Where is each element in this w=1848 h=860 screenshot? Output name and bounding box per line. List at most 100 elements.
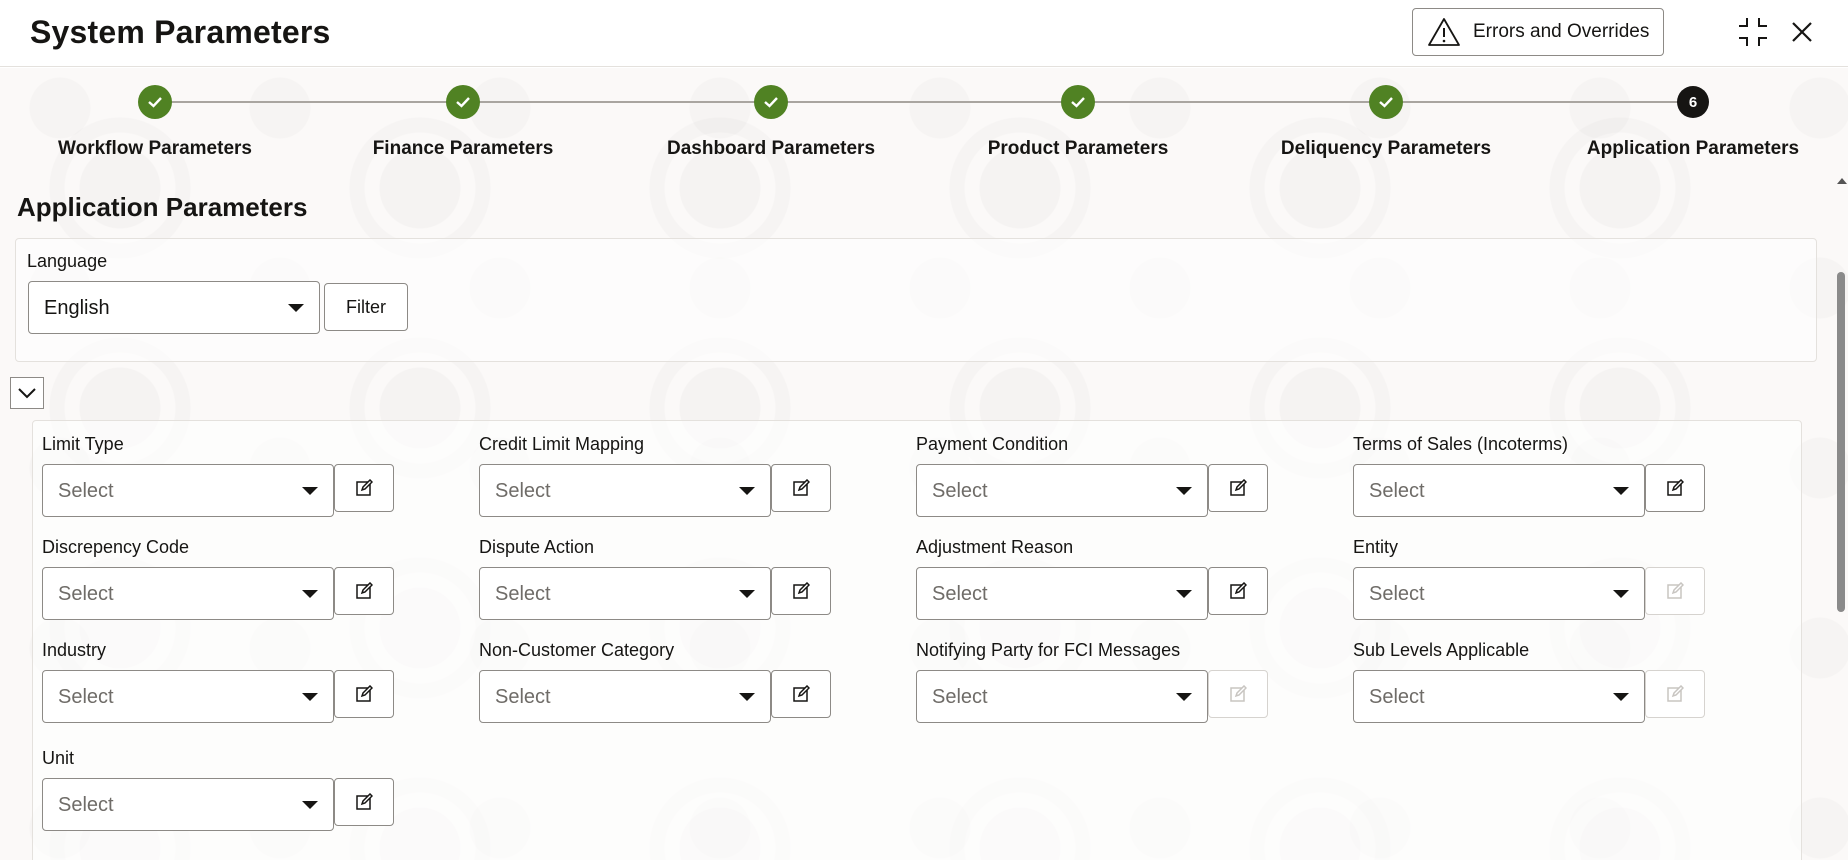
chevron-down-icon bbox=[1176, 487, 1192, 495]
chevron-down-icon bbox=[302, 487, 318, 495]
chevron-down-icon bbox=[739, 590, 755, 598]
discrepency-code-select[interactable]: Select bbox=[42, 567, 334, 620]
step-application-parameters[interactable]: Application Parameters bbox=[1587, 138, 1799, 160]
errors-button-label: Errors and Overrides bbox=[1473, 21, 1650, 42]
step-finance-parameters[interactable]: Finance Parameters bbox=[373, 138, 554, 160]
step-deliquency-parameters[interactable]: Deliquency Parameters bbox=[1281, 138, 1491, 160]
edit-icon bbox=[1667, 582, 1684, 599]
chevron-down-icon bbox=[739, 487, 755, 495]
payment-condition-label: Payment Condition bbox=[916, 434, 1069, 454]
edit-icon bbox=[1230, 479, 1247, 496]
page-title: System Parameters bbox=[30, 14, 331, 50]
errors-and-overrides-button[interactable]: Errors and Overrides bbox=[1412, 8, 1664, 56]
select-placeholder: Select bbox=[1369, 583, 1425, 605]
edit-icon bbox=[1667, 685, 1684, 702]
entity-edit-button bbox=[1645, 567, 1705, 615]
dispute-action-label: Dispute Action bbox=[479, 537, 595, 557]
edit-icon bbox=[356, 479, 373, 496]
filter-button[interactable]: Filter bbox=[324, 283, 408, 331]
limit-type-select[interactable]: Select bbox=[42, 464, 334, 517]
industry-select[interactable]: Select bbox=[42, 670, 334, 723]
discrepency-code-edit-button[interactable] bbox=[334, 567, 394, 615]
dialog-content: Workflow Parameters Finance Parameters D… bbox=[0, 68, 1848, 860]
select-placeholder: Select bbox=[932, 583, 988, 605]
adjustment-reason-edit-button[interactable] bbox=[1208, 567, 1268, 615]
discrepency-code-label: Discrepency Code bbox=[42, 537, 190, 557]
terms-of-sales-select[interactable]: Select bbox=[1353, 464, 1645, 517]
step-5-check-icon[interactable] bbox=[1369, 85, 1403, 119]
step-4-check-icon[interactable] bbox=[1061, 85, 1095, 119]
terms-of-sales-edit-button[interactable] bbox=[1645, 464, 1705, 512]
warning-icon bbox=[1428, 18, 1460, 46]
edit-icon bbox=[793, 685, 810, 702]
notifying-party-select[interactable]: Select bbox=[916, 670, 1208, 723]
language-label: Language bbox=[27, 251, 108, 271]
industry-edit-button[interactable] bbox=[334, 670, 394, 718]
dispute-action-select[interactable]: Select bbox=[479, 567, 771, 620]
sub-levels-applicable-label: Sub Levels Applicable bbox=[1353, 640, 1530, 660]
section-title: Application Parameters bbox=[17, 192, 308, 222]
dispute-action-edit-button[interactable] bbox=[771, 567, 831, 615]
select-placeholder: Select bbox=[1369, 480, 1425, 502]
select-placeholder: Select bbox=[495, 480, 551, 502]
step-2-check-icon[interactable] bbox=[446, 85, 480, 119]
step-workflow-parameters[interactable]: Workflow Parameters bbox=[58, 138, 252, 160]
select-placeholder: Select bbox=[58, 583, 114, 605]
scroll-up-arrow-icon[interactable] bbox=[1837, 178, 1847, 184]
sub-levels-applicable-edit-button bbox=[1645, 670, 1705, 718]
non-customer-category-edit-button[interactable] bbox=[771, 670, 831, 718]
notifying-party-label: Notifying Party for FCI Messages bbox=[916, 640, 1181, 660]
collapse-section-button[interactable] bbox=[10, 377, 44, 409]
payment-condition-edit-button[interactable] bbox=[1208, 464, 1268, 512]
select-placeholder: Select bbox=[932, 480, 988, 502]
step-6-current[interactable]: 6 bbox=[1677, 86, 1709, 118]
train-connector bbox=[155, 101, 1693, 103]
adjustment-reason-select[interactable]: Select bbox=[916, 567, 1208, 620]
credit-limit-mapping-select[interactable]: Select bbox=[479, 464, 771, 517]
step-product-parameters[interactable]: Product Parameters bbox=[988, 138, 1169, 160]
sub-levels-applicable-select[interactable]: Select bbox=[1353, 670, 1645, 723]
chevron-down-icon bbox=[1613, 693, 1629, 701]
edit-icon bbox=[1230, 582, 1247, 599]
credit-limit-mapping-edit-button[interactable] bbox=[771, 464, 831, 512]
payment-condition-select[interactable]: Select bbox=[916, 464, 1208, 517]
chevron-down-icon bbox=[1613, 590, 1629, 598]
scrollbar-thumb[interactable] bbox=[1837, 272, 1845, 612]
limit-type-edit-button[interactable] bbox=[334, 464, 394, 512]
step-3-check-icon[interactable] bbox=[754, 85, 788, 119]
entity-label: Entity bbox=[1353, 537, 1399, 557]
collapse-window-icon[interactable] bbox=[1735, 14, 1771, 50]
unit-select[interactable]: Select bbox=[42, 778, 334, 831]
edit-icon bbox=[1667, 479, 1684, 496]
chevron-down-icon bbox=[1176, 590, 1192, 598]
language-select[interactable]: English bbox=[28, 281, 320, 334]
close-icon[interactable] bbox=[1784, 14, 1820, 50]
select-placeholder: Select bbox=[932, 686, 988, 708]
non-customer-category-label: Non-Customer Category bbox=[479, 640, 675, 660]
non-customer-category-select[interactable]: Select bbox=[479, 670, 771, 723]
chevron-down-icon bbox=[18, 388, 36, 399]
credit-limit-mapping-label: Credit Limit Mapping bbox=[479, 434, 645, 454]
chevron-down-icon bbox=[302, 801, 318, 809]
edit-icon bbox=[356, 685, 373, 702]
chevron-down-icon bbox=[1613, 487, 1629, 495]
step-dashboard-parameters[interactable]: Dashboard Parameters bbox=[667, 138, 875, 160]
chevron-down-icon bbox=[288, 304, 304, 312]
select-placeholder: Select bbox=[495, 686, 551, 708]
parameter-train: Workflow Parameters Finance Parameters D… bbox=[0, 68, 1848, 178]
edit-icon bbox=[1230, 685, 1247, 702]
edit-icon bbox=[793, 479, 810, 496]
select-placeholder: Select bbox=[58, 686, 114, 708]
unit-edit-button[interactable] bbox=[334, 778, 394, 826]
step-1-check-icon[interactable] bbox=[138, 85, 172, 119]
select-placeholder: Select bbox=[58, 794, 114, 816]
vertical-scrollbar[interactable] bbox=[1835, 178, 1848, 860]
select-placeholder: Select bbox=[58, 480, 114, 502]
industry-label: Industry bbox=[42, 640, 107, 660]
chevron-down-icon bbox=[302, 693, 318, 701]
chevron-down-icon bbox=[1176, 693, 1192, 701]
dialog-header: System Parameters Errors and Overrides bbox=[0, 0, 1848, 67]
select-placeholder: Select bbox=[495, 583, 551, 605]
entity-select[interactable]: Select bbox=[1353, 567, 1645, 620]
edit-icon bbox=[356, 793, 373, 810]
